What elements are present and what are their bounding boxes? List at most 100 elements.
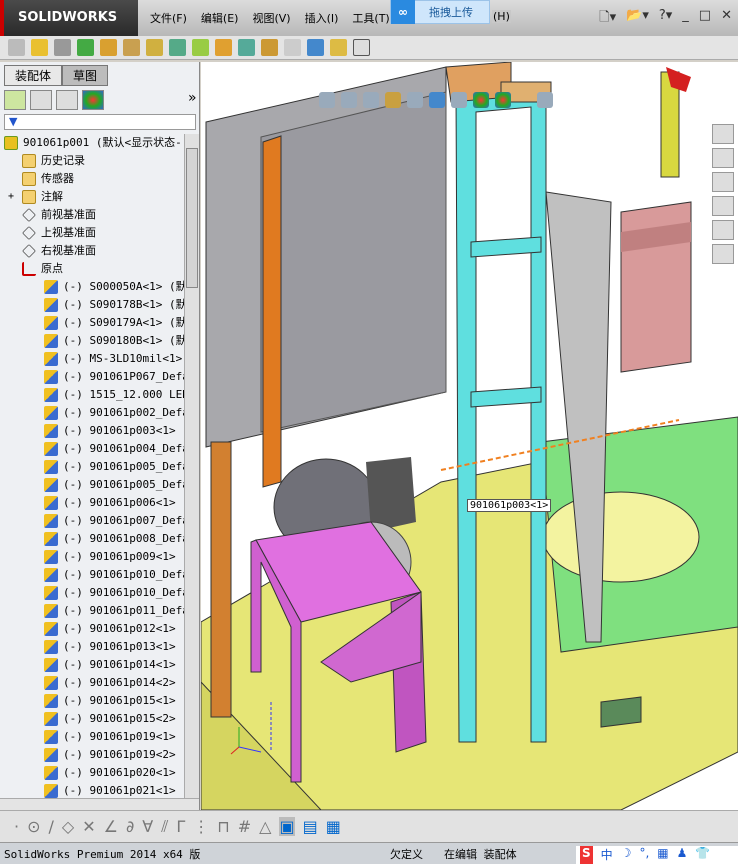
instant3d-icon[interactable] (330, 39, 347, 56)
tree-item[interactable]: (-) 901061p015<2> (默认 (0, 710, 184, 728)
reference-geometry-icon[interactable] (192, 39, 209, 56)
new-motion-study-icon[interactable] (215, 39, 232, 56)
ime-keyboard-icon[interactable]: ▦ (657, 846, 668, 864)
parallel-icon[interactable]: ⫽ (161, 817, 168, 836)
new-file-icon[interactable]: 🗋▾ (599, 8, 616, 30)
previous-view-icon[interactable] (363, 92, 379, 108)
smart-fastener-icon[interactable] (100, 39, 117, 56)
view-palette-icon[interactable] (712, 196, 734, 216)
custom-properties-icon[interactable] (712, 244, 734, 264)
tree-item[interactable]: + 注解 (0, 188, 184, 206)
tree-item[interactable]: (-) 901061p006<1> (默认 (0, 494, 184, 512)
tree-item[interactable]: 901061p001 (默认<显示状态- (0, 134, 184, 152)
show-hidden-icon[interactable] (146, 39, 163, 56)
close-button[interactable]: ✕ (721, 8, 732, 30)
section-view-icon[interactable] (385, 92, 401, 108)
tree-item[interactable]: (-) 901061p005_Default_ (0, 458, 184, 476)
menu-edit[interactable]: 编辑(E) (201, 10, 239, 26)
tree-item[interactable]: 前视基准面 (0, 206, 184, 224)
tree-vertical-scrollbar[interactable] (184, 134, 199, 798)
open-file-icon[interactable]: 📂▾ (626, 8, 649, 30)
offset-icon[interactable]: ∂ (126, 817, 134, 836)
tree-item[interactable]: (-) 901061p005_Default_ (0, 476, 184, 494)
tree-item[interactable]: (-) 901061p011_Default_ (0, 602, 184, 620)
tree-horizontal-scrollbar[interactable] (0, 798, 199, 810)
new-part-icon[interactable] (31, 39, 48, 56)
tree-item[interactable]: (-) 901061p012<1> (默认 (0, 620, 184, 638)
expand-icon[interactable]: + (8, 188, 14, 206)
property-manager-icon[interactable] (30, 90, 52, 110)
interference-icon[interactable] (307, 39, 324, 56)
point-icon[interactable]: · (14, 817, 19, 836)
tree-item[interactable]: (-) 901061p003<1> (默认 (0, 422, 184, 440)
tree-item[interactable]: (-) 901061p013<1> (默认 (0, 638, 184, 656)
menu-file[interactable]: 文件(F) (150, 10, 187, 26)
tree-item[interactable]: 历史记录 (0, 152, 184, 170)
tree-item[interactable]: (-) 901061p009<1> (默认 (0, 548, 184, 566)
exploded-view-icon[interactable] (261, 39, 278, 56)
dotted-line-icon[interactable]: ⋮ (193, 817, 209, 836)
line-icon[interactable]: / (49, 817, 54, 836)
bill-of-materials-icon[interactable] (238, 39, 255, 56)
angle-icon[interactable]: ∠ (104, 817, 118, 836)
sogou-logo[interactable]: S (580, 846, 593, 864)
tab-assembly[interactable]: 装配体 (4, 65, 63, 86)
tree-item[interactable]: (-) 901061P067_Default_ (0, 368, 184, 386)
tree-item[interactable]: (-) 901061p010_Default_ (0, 584, 184, 602)
tree-item[interactable]: (-) 901061p019<2> (默认 (0, 746, 184, 764)
hide-show-items-icon[interactable] (451, 92, 467, 108)
triangle-icon[interactable]: △ (259, 817, 271, 836)
tree-item[interactable]: (-) 1515_12.000 LENGTH< (0, 386, 184, 404)
tree-item[interactable]: (-) 901061p015<1> (默认 (0, 692, 184, 710)
polygon-icon[interactable]: ◇ (62, 817, 74, 836)
corner-icon[interactable]: Γ (176, 817, 185, 836)
filter-icon[interactable]: ▼ (4, 114, 196, 130)
view-settings-icon[interactable] (537, 92, 553, 108)
tree-item[interactable]: (-) 901061p014<2> (默认 (0, 674, 184, 692)
trim-icon[interactable]: ✕ (82, 817, 95, 836)
tree-item[interactable]: (-) 901061p007_Default_ (0, 512, 184, 530)
menu-insert[interactable]: 插入(I) (305, 10, 339, 26)
tree-item[interactable]: (-) 901061p019<1> (默认 (0, 728, 184, 746)
tree-item[interactable]: (-) 901061p014<1> (默认 (0, 656, 184, 674)
pattern-icon[interactable] (77, 39, 94, 56)
view-orientation-icon[interactable] (407, 92, 423, 108)
grid-icon[interactable]: # (238, 817, 251, 836)
circle-icon[interactable]: ⊙ (27, 817, 40, 836)
design-library-icon[interactable] (712, 148, 734, 168)
smart-dimension-icon[interactable]: ⊓ (217, 817, 229, 836)
configuration-manager-icon[interactable] (56, 90, 78, 110)
edit-appearance-icon[interactable] (473, 92, 489, 108)
display-style-icon[interactable] (429, 92, 445, 108)
ime-skin-icon[interactable]: 👕 (695, 846, 710, 864)
ime-punctuation-icon[interactable]: °, (639, 846, 649, 864)
ime-user-icon[interactable]: ♟ (677, 846, 688, 864)
display-manager-icon[interactable] (82, 90, 104, 110)
tree-item[interactable]: (-) 901061p008_Default_ (0, 530, 184, 548)
menu-tools[interactable]: 工具(T) (352, 10, 389, 26)
tree-item[interactable]: (-) 901061p020<1> (默认 (0, 764, 184, 782)
graphics-viewport[interactable]: 901061p003<1> (201, 62, 738, 810)
menu-view[interactable]: 视图(V) (252, 10, 290, 26)
ime-chinese-mode[interactable]: 中 (601, 846, 613, 864)
expand-more-button[interactable]: » (188, 90, 197, 110)
3d-view-icon[interactable]: ▣ (279, 817, 295, 836)
tree-item[interactable]: 右视基准面 (0, 242, 184, 260)
file-explorer-icon[interactable] (712, 172, 734, 192)
move-component-icon[interactable] (123, 39, 140, 56)
four-view-icon[interactable]: ▦ (326, 817, 341, 836)
tree-item[interactable]: (-) S090179A<1> (默认) (0, 314, 184, 332)
single-view-icon[interactable]: ▤ (303, 817, 318, 836)
tree-item[interactable]: (-) 901061p002_Default_ (0, 404, 184, 422)
minimize-button[interactable]: _ (682, 8, 689, 30)
tree-item[interactable]: 原点 (0, 260, 184, 278)
maximize-button[interactable]: □ (699, 8, 711, 30)
tree-item[interactable]: (-) 901061p004_Default_ (0, 440, 184, 458)
tree-item[interactable]: (-) MS-3LD10mil<1> (默认 (0, 350, 184, 368)
assembly-features-icon[interactable] (169, 39, 186, 56)
tree-item[interactable]: (-) S090180B<1> (默认) (0, 332, 184, 350)
zoom-to-area-icon[interactable] (341, 92, 357, 108)
mate-icon[interactable] (54, 39, 71, 56)
mirror-icon[interactable]: ∀ (142, 817, 153, 836)
tab-sketch[interactable]: 草图 (62, 65, 109, 86)
